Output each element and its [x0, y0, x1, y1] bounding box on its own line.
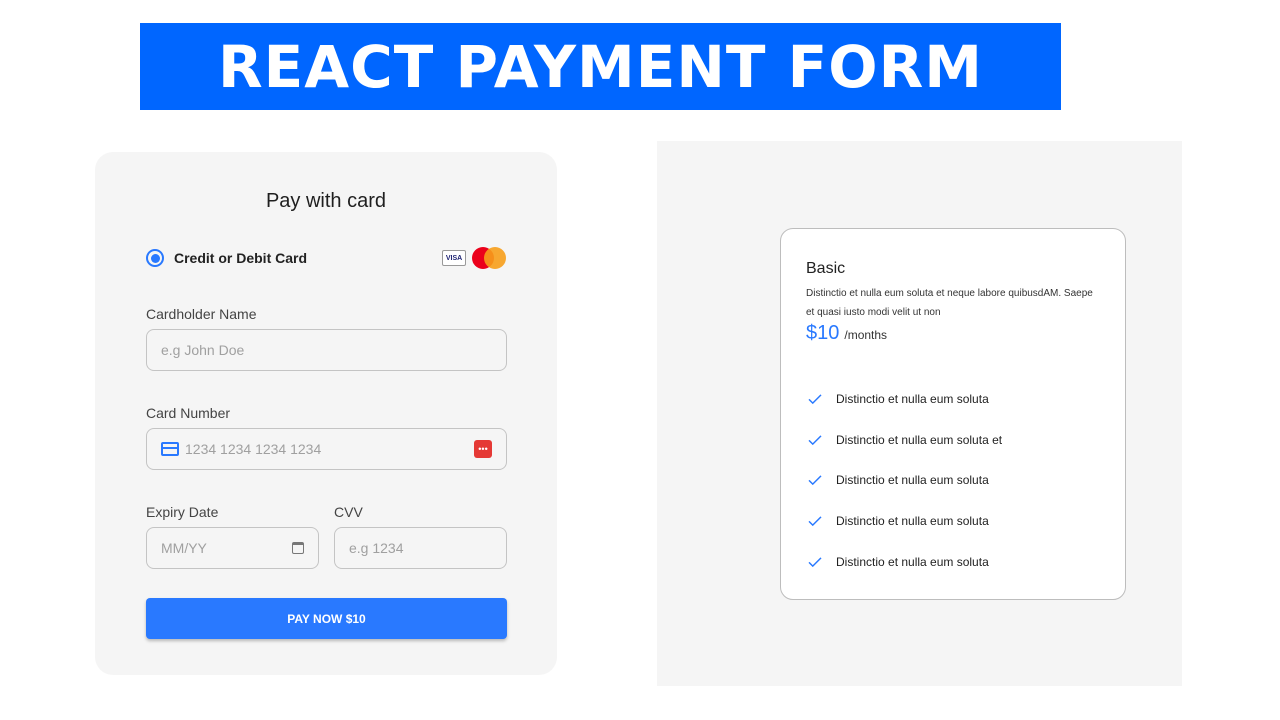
check-icon: [808, 394, 822, 405]
check-icon: [808, 475, 822, 486]
payment-form-card: Pay with card Credit or Debit Card VISA …: [95, 152, 557, 675]
cvv-placeholder: e.g 1234: [349, 540, 404, 556]
card-number-placeholder: 1234 1234 1234 1234: [185, 441, 322, 457]
form-title: Pay with card: [265, 190, 387, 212]
feature-text: Distinctio et nulla eum soluta: [836, 514, 989, 529]
feature-text: Distinctio et nulla eum soluta: [836, 554, 989, 569]
check-icon: [808, 516, 822, 527]
expiry-placeholder: MM/YY: [161, 540, 207, 556]
credit-card-icon: [161, 442, 179, 456]
list-item: Distinctio et nulla eum soluta: [806, 541, 1002, 582]
expiry-date-input[interactable]: MM/YY: [146, 527, 319, 569]
payment-method-option[interactable]: Credit or Debit Card VISA: [146, 246, 506, 270]
feature-text: Distinctio et nulla eum soluta: [836, 473, 989, 488]
payment-method-label: Credit or Debit Card: [174, 250, 308, 266]
cardholder-placeholder: e.g John Doe: [161, 342, 245, 358]
feature-text: Distinctio et nulla eum soluta et: [836, 432, 1003, 447]
check-icon: [808, 557, 822, 567]
visa-icon: VISA: [442, 250, 466, 266]
cvv-input[interactable]: e.g 1234: [334, 527, 507, 569]
list-item: Distinctio et nulla eum soluta: [806, 460, 1002, 501]
calendar-icon[interactable]: [292, 542, 304, 554]
plan-period: /months: [844, 328, 888, 342]
mastercard-icon: [472, 247, 506, 269]
plan-card: Basic Distinctio et nulla eum soluta et …: [780, 228, 1126, 600]
feature-text: Distinctio et nulla eum soluta: [836, 392, 989, 407]
expiry-label: Expiry Date: [146, 504, 219, 520]
title-banner: REACT PAYMENT FORM: [140, 23, 1061, 110]
list-item: Distinctio et nulla eum soluta: [806, 501, 1002, 542]
card-number-label: Card Number: [146, 405, 231, 421]
feature-list: Distinctio et nulla eum soluta Distincti…: [806, 379, 1002, 582]
cardholder-name-input[interactable]: e.g John Doe: [146, 329, 507, 371]
check-icon: [808, 435, 822, 446]
cvv-label: CVV: [334, 504, 363, 520]
list-item: Distinctio et nulla eum soluta et: [806, 420, 1002, 461]
card-brand-icon: •••: [474, 440, 492, 458]
plan-price: $10: [806, 322, 840, 344]
card-brands: VISA: [442, 247, 506, 269]
cardholder-label: Cardholder Name: [146, 306, 257, 322]
list-item: Distinctio et nulla eum soluta: [806, 379, 1002, 420]
pricing-panel: Basic Distinctio et nulla eum soluta et …: [657, 141, 1182, 686]
pay-now-button[interactable]: PAY NOW $10: [146, 598, 507, 639]
price-row: $10 /months: [806, 322, 887, 345]
card-number-input[interactable]: 1234 1234 1234 1234 •••: [146, 428, 507, 470]
banner-title: REACT PAYMENT FORM: [218, 32, 983, 101]
plan-name: Basic: [806, 260, 846, 277]
plan-description: Distinctio et nulla eum soluta et neque …: [806, 288, 1093, 318]
radio-button-selected[interactable]: [146, 249, 164, 267]
